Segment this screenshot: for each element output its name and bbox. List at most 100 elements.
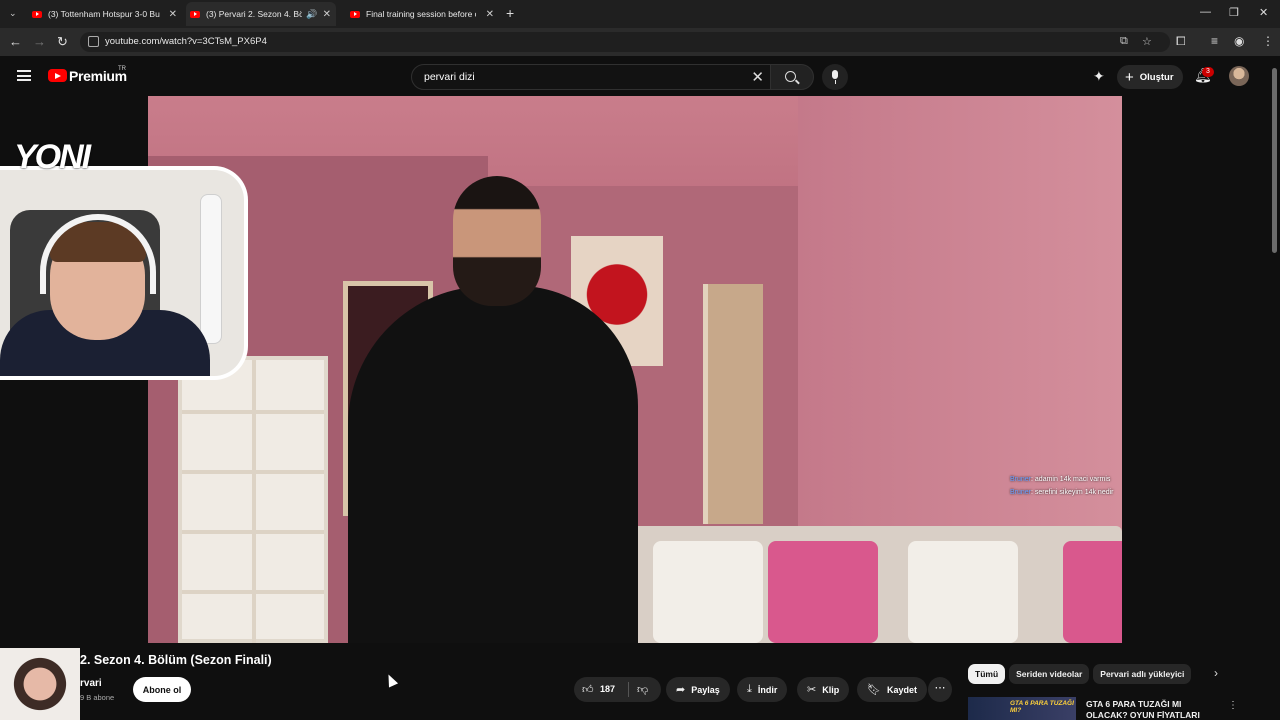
chevron-right-icon[interactable]: ›	[1214, 666, 1218, 680]
browser-tab-strip: ⌄ (3) Tottenham Hotspur 3-0 Burn ✕ (3) P…	[0, 0, 1280, 28]
chat-text: : serefini sikeyim 14k nedir	[1031, 489, 1114, 496]
thumbnail-caption: GTA 6 PARA TUZAĞI MI?	[1010, 700, 1074, 714]
video-player[interactable]: Bruner: adamin 14k maci varmis Bruner: s…	[148, 96, 1122, 643]
video-scene-door	[703, 284, 763, 524]
bookmark-icon: 🔖︎	[867, 684, 881, 696]
video-title: 2. Sezon 4. Bölüm (Sezon Finali)	[80, 653, 272, 667]
minimize-icon[interactable]: —	[1200, 6, 1211, 18]
clip-label: Klip	[822, 684, 840, 695]
scissors-icon: ✂	[807, 684, 817, 696]
channel-name[interactable]: rvari	[80, 678, 102, 689]
reload-icon[interactable]: ↻	[57, 34, 68, 50]
tab-close-icon[interactable]: ✕	[486, 9, 494, 20]
video-scene-pillow	[653, 541, 763, 643]
cast-icon[interactable]: ⧉	[1120, 35, 1128, 48]
subscribe-button[interactable]: Abone ol	[133, 677, 191, 702]
url-text: youtube.com/watch?v=3CTsM_PX6P4	[105, 36, 267, 47]
sparkle-icon[interactable]: ✦	[1093, 68, 1105, 85]
page-scrollbar[interactable]	[1271, 58, 1278, 720]
chat-text: : adamin 14k maci varmis	[1031, 476, 1111, 483]
browser-tab-training[interactable]: Final training session before ou ✕	[350, 2, 494, 26]
chip-series[interactable]: Seriden videolar	[1009, 664, 1090, 684]
create-button[interactable]: + Oluştur	[1117, 65, 1183, 89]
like-thumb-icon[interactable]: 👍︎	[582, 683, 594, 696]
video-scene-person	[348, 286, 638, 643]
tab-close-icon[interactable]: ✕	[323, 9, 331, 20]
recommendation-menu-icon[interactable]: ⋮	[1228, 700, 1238, 711]
chip-all[interactable]: Tümü	[968, 664, 1006, 684]
video-scene-pillow	[1063, 541, 1122, 643]
download-icon: ⤓	[747, 683, 752, 695]
video-scene-shelf	[178, 356, 328, 643]
account-avatar[interactable]	[1229, 66, 1249, 86]
like-count[interactable]: 187	[600, 684, 615, 694]
menu-icon[interactable]	[17, 70, 31, 81]
site-info-icon[interactable]	[88, 36, 99, 47]
plus-icon: +	[1125, 68, 1134, 86]
download-label: İndir	[757, 684, 778, 695]
voice-search-button[interactable]	[822, 64, 848, 90]
chip-uploader[interactable]: Pervari adlı yükleyici	[1093, 664, 1192, 684]
scrollbar-thumb[interactable]	[1272, 68, 1277, 253]
create-label: Oluştur	[1139, 71, 1174, 83]
youtube-masthead: Premium TR pervari dizi ✕ ✦ + Oluştur 🔔︎…	[0, 56, 1280, 96]
like-dislike-group: 👍︎ 187 👎︎	[574, 677, 661, 702]
share-arrow-icon: ➦	[676, 684, 686, 696]
save-button[interactable]: 🔖︎ Kaydet	[857, 677, 927, 702]
forward-arrow-icon[interactable]: →	[33, 34, 46, 49]
channel-avatar[interactable]	[0, 648, 80, 720]
restore-icon[interactable]: ❐	[1229, 6, 1239, 19]
search-query: pervari dizi	[424, 71, 475, 83]
browser-menu-icon[interactable]: ⋮	[1262, 34, 1274, 48]
recommended-video-title[interactable]: GTA 6 PARA TUZAĞI MI OLACAK? OYUN FİYATL…	[1086, 699, 1216, 720]
browser-tab-pervari[interactable]: (3) Pervari 2. Sezon 4. Bölüm 🔊 ✕	[186, 2, 336, 26]
related-filter-chips: Tümü Seriden videolar Pervari adlı yükleyi…	[968, 664, 1200, 686]
tab-search-chevron-icon[interactable]: ⌄	[9, 8, 17, 19]
window-close-icon[interactable]: ✕	[1259, 6, 1268, 19]
recommended-video-thumbnail[interactable]: GTA 6 PARA TUZAĞI MI?	[968, 697, 1076, 720]
search-input[interactable]: pervari dizi ✕	[411, 64, 771, 90]
clear-search-icon[interactable]: ✕	[751, 68, 764, 86]
search-icon	[785, 71, 796, 82]
youtube-favicon-icon	[32, 10, 42, 18]
webcam-scene-tower-fan	[200, 194, 222, 344]
country-code: TR	[118, 66, 126, 72]
tab-title: (3) Tottenham Hotspur 3-0 Burn	[48, 9, 160, 19]
chat-message: Bruner: adamin 14k maci varmis	[1010, 476, 1110, 483]
notification-badge: 3	[1202, 67, 1214, 77]
tab-close-icon[interactable]: ✕	[169, 9, 177, 20]
mouse-cursor-icon	[383, 672, 399, 688]
streamer-webcam	[0, 166, 248, 380]
video-scene-pillow	[908, 541, 1018, 643]
browser-tab-tottenham[interactable]: (3) Tottenham Hotspur 3-0 Burn ✕	[32, 2, 177, 26]
subscriber-count: 9 B abone	[80, 693, 115, 702]
back-arrow-icon[interactable]: ←	[9, 34, 22, 49]
video-scene-pillow	[768, 541, 878, 643]
youtube-favicon-icon	[190, 10, 200, 18]
new-tab-button[interactable]: +	[506, 5, 514, 21]
browser-toolbar: ← → ↻ youtube.com/watch?v=3CTsM_PX6P4 ⧉ …	[0, 28, 1280, 56]
chat-username: Bruner	[1010, 476, 1032, 483]
more-actions-icon[interactable]: ⋯	[928, 677, 952, 702]
bookmark-star-icon[interactable]: ☆	[1142, 35, 1152, 48]
tab-title: Final training session before ou	[366, 9, 476, 19]
clip-button[interactable]: ✂ Klip	[797, 677, 850, 702]
chat-message: Bruner: serefini sikeyim 14k nedir	[1010, 489, 1114, 496]
extensions-icon[interactable]: ⧠	[1176, 34, 1186, 49]
divider	[628, 682, 629, 697]
media-controls-icon[interactable]: ≡	[1211, 34, 1218, 48]
share-label: Paylaş	[691, 684, 720, 695]
download-button[interactable]: ⤓ İndir	[737, 677, 788, 702]
profile-icon[interactable]: ◉	[1234, 34, 1244, 48]
speaker-icon[interactable]: 🔊	[306, 9, 317, 20]
chat-username: Bruner	[1010, 489, 1032, 496]
video-scene-person-head	[453, 176, 541, 306]
dislike-thumb-icon[interactable]: 👎︎	[637, 683, 648, 696]
youtube-logo-icon[interactable]	[48, 69, 67, 82]
tab-title: (3) Pervari 2. Sezon 4. Bölüm	[206, 9, 302, 19]
youtube-favicon-icon	[350, 10, 360, 18]
stream-logo: YONI	[14, 138, 91, 176]
address-bar[interactable]: youtube.com/watch?v=3CTsM_PX6P4 ⧉ ☆	[80, 32, 1170, 52]
share-button[interactable]: ➦ Paylaş	[666, 677, 730, 702]
search-button[interactable]	[770, 64, 814, 90]
